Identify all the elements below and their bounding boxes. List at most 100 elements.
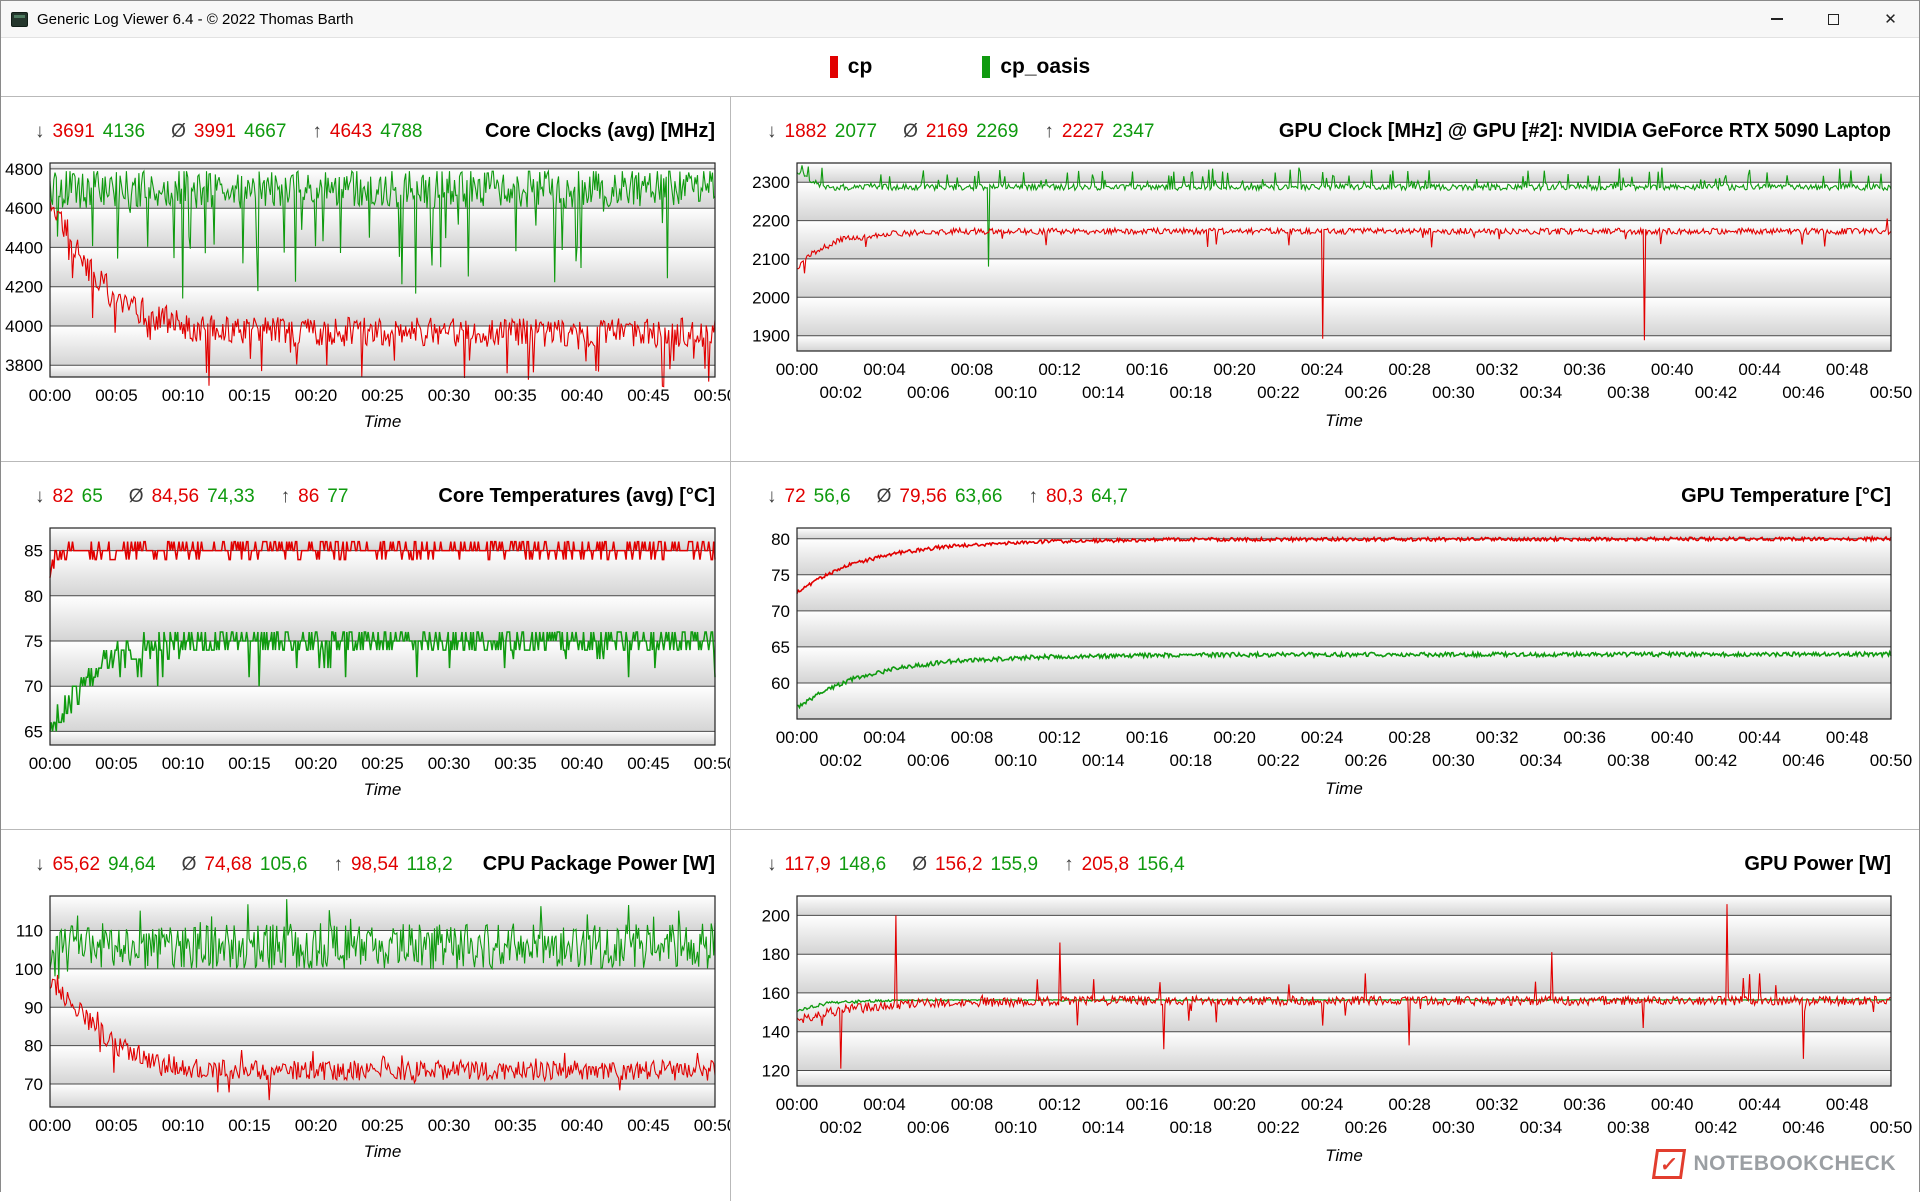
svg-text:00:28: 00:28 [1388, 1095, 1431, 1114]
stat-max-cp-oasis: 2347 [1112, 121, 1154, 143]
svg-text:140: 140 [762, 1023, 790, 1042]
svg-text:00:45: 00:45 [627, 754, 670, 773]
min-arrow-icon: ↓ [767, 486, 777, 508]
panel-header: ↓8265 Ø84,5674,33 ↑8677 Core Temperature… [1, 462, 730, 514]
legend-item-cp-oasis[interactable]: cp_oasis [982, 55, 1090, 79]
panel-title-core-clocks: Core Clocks (avg) [MHz] [485, 120, 715, 143]
svg-text:60: 60 [771, 674, 790, 693]
svg-text:00:22: 00:22 [1257, 383, 1300, 402]
legend-item-cp[interactable]: cp [830, 55, 873, 79]
stat-min-cp-oasis: 4136 [103, 121, 145, 143]
stat-avg: Ø79,5663,66 [877, 486, 1003, 508]
svg-text:00:28: 00:28 [1388, 728, 1431, 747]
panel-header: ↓18822077 Ø21692269 ↑22272347 GPU Clock … [731, 97, 1919, 149]
svg-text:00:46: 00:46 [1782, 751, 1825, 770]
chart-panel-core-temperatures: ↓8265 Ø84,5674,33 ↑8677 Core Temperature… [1, 461, 730, 829]
stat-min: ↓7256,6 [767, 486, 851, 508]
svg-text:00:50: 00:50 [694, 386, 730, 405]
svg-text:00:50: 00:50 [694, 754, 730, 773]
svg-text:00:18: 00:18 [1170, 383, 1213, 402]
minimize-button[interactable] [1748, 1, 1805, 37]
stat-avg-cp: 156,2 [935, 854, 983, 876]
svg-text:00:30: 00:30 [1432, 383, 1475, 402]
svg-text:00:26: 00:26 [1345, 1118, 1388, 1137]
svg-text:70: 70 [24, 677, 43, 696]
stat-min: ↓8265 [35, 486, 103, 508]
chart-core-temperatures[interactable]: 657075808500:0000:0500:1000:1500:2000:25… [1, 514, 730, 829]
svg-text:00:50: 00:50 [694, 1116, 730, 1135]
svg-text:00:24: 00:24 [1301, 360, 1344, 379]
svg-text:4000: 4000 [5, 317, 43, 336]
max-arrow-icon: ↑ [1029, 486, 1039, 508]
svg-text:00:22: 00:22 [1257, 1118, 1300, 1137]
svg-text:Time: Time [364, 412, 402, 431]
svg-text:00:05: 00:05 [95, 1116, 138, 1135]
notebookcheck-watermark: ✓ NOTEBOOKCHECK [1654, 1149, 1896, 1179]
maximize-button[interactable] [1805, 1, 1862, 37]
svg-text:00:40: 00:40 [1651, 728, 1694, 747]
notebookcheck-logo-icon: ✓ [1652, 1149, 1686, 1179]
svg-text:00:16: 00:16 [1126, 728, 1169, 747]
svg-text:00:40: 00:40 [1651, 1095, 1694, 1114]
stat-min-cp-oasis: 148,6 [839, 854, 887, 876]
svg-text:00:08: 00:08 [951, 360, 994, 379]
svg-text:90: 90 [24, 998, 43, 1017]
svg-text:00:10: 00:10 [162, 1116, 205, 1135]
svg-text:00:00: 00:00 [776, 1095, 819, 1114]
chart-gpu-temperature[interactable]: 606570758000:0000:0200:0400:0600:0800:10… [731, 514, 1919, 829]
panel-header: ↓36914136 Ø39914667 ↑46434788 Core Clock… [1, 97, 730, 149]
chart-gpu-clock[interactable]: 1900200021002200230000:0000:0200:0400:06… [731, 149, 1919, 461]
svg-text:00:48: 00:48 [1826, 728, 1869, 747]
svg-text:70: 70 [771, 602, 790, 621]
svg-text:00:00: 00:00 [29, 1116, 72, 1135]
max-arrow-icon: ↑ [281, 486, 291, 508]
svg-text:80: 80 [24, 1037, 43, 1056]
svg-text:00:10: 00:10 [995, 383, 1038, 402]
svg-text:00:15: 00:15 [228, 1116, 271, 1135]
legend-swatch-cp [830, 56, 838, 78]
stat-max-cp: 98,54 [351, 854, 399, 876]
svg-text:00:20: 00:20 [1213, 360, 1256, 379]
svg-text:00:36: 00:36 [1563, 360, 1606, 379]
stat-min-cp: 3691 [53, 121, 95, 143]
svg-text:00:42: 00:42 [1695, 1118, 1738, 1137]
svg-text:00:48: 00:48 [1826, 360, 1869, 379]
chart-core-clocks[interactable]: 38004000420044004600480000:0000:0500:100… [1, 149, 730, 461]
avg-icon: Ø [903, 121, 918, 143]
svg-text:2300: 2300 [752, 173, 790, 192]
stat-max: ↑98,54118,2 [333, 854, 452, 876]
stats-row: ↓65,6294,64 Ø74,68105,6 ↑98,54118,2 [35, 854, 453, 876]
svg-text:00:02: 00:02 [820, 1118, 863, 1137]
svg-text:65: 65 [24, 722, 43, 741]
svg-text:00:10: 00:10 [995, 1118, 1038, 1137]
stat-max: ↑80,364,7 [1029, 486, 1128, 508]
stat-avg: Ø74,68105,6 [182, 854, 308, 876]
stat-avg: Ø39914667 [171, 121, 286, 143]
stat-min: ↓65,6294,64 [35, 854, 156, 876]
svg-text:00:00: 00:00 [29, 386, 72, 405]
stats-row: ↓7256,6 Ø79,5663,66 ↑80,364,7 [767, 486, 1128, 508]
svg-text:00:44: 00:44 [1738, 360, 1781, 379]
max-arrow-icon: ↑ [312, 121, 322, 143]
stat-avg-cp-oasis: 4667 [244, 121, 286, 143]
chart-cpu-package-power[interactable]: 70809010011000:0000:0500:1000:1500:2000:… [1, 882, 730, 1201]
close-button[interactable]: ✕ [1862, 1, 1919, 37]
svg-text:Time: Time [364, 1142, 402, 1161]
svg-text:00:06: 00:06 [907, 751, 950, 770]
stat-avg: Ø21692269 [903, 121, 1018, 143]
avg-icon: Ø [912, 854, 927, 876]
svg-text:2200: 2200 [752, 212, 790, 231]
min-arrow-icon: ↓ [35, 854, 45, 876]
svg-text:00:46: 00:46 [1782, 383, 1825, 402]
svg-text:160: 160 [762, 984, 790, 1003]
svg-text:00:20: 00:20 [295, 1116, 338, 1135]
svg-text:00:20: 00:20 [295, 754, 338, 773]
svg-text:Time: Time [364, 780, 402, 799]
avg-icon: Ø [171, 121, 186, 143]
stat-max: ↑8677 [281, 486, 349, 508]
svg-text:00:26: 00:26 [1345, 751, 1388, 770]
svg-text:00:22: 00:22 [1257, 751, 1300, 770]
stat-max-cp: 4643 [330, 121, 372, 143]
panel-title-gpu-temperature: GPU Temperature [°C] [1681, 485, 1891, 508]
stats-row: ↓18822077 Ø21692269 ↑22272347 [767, 121, 1154, 143]
